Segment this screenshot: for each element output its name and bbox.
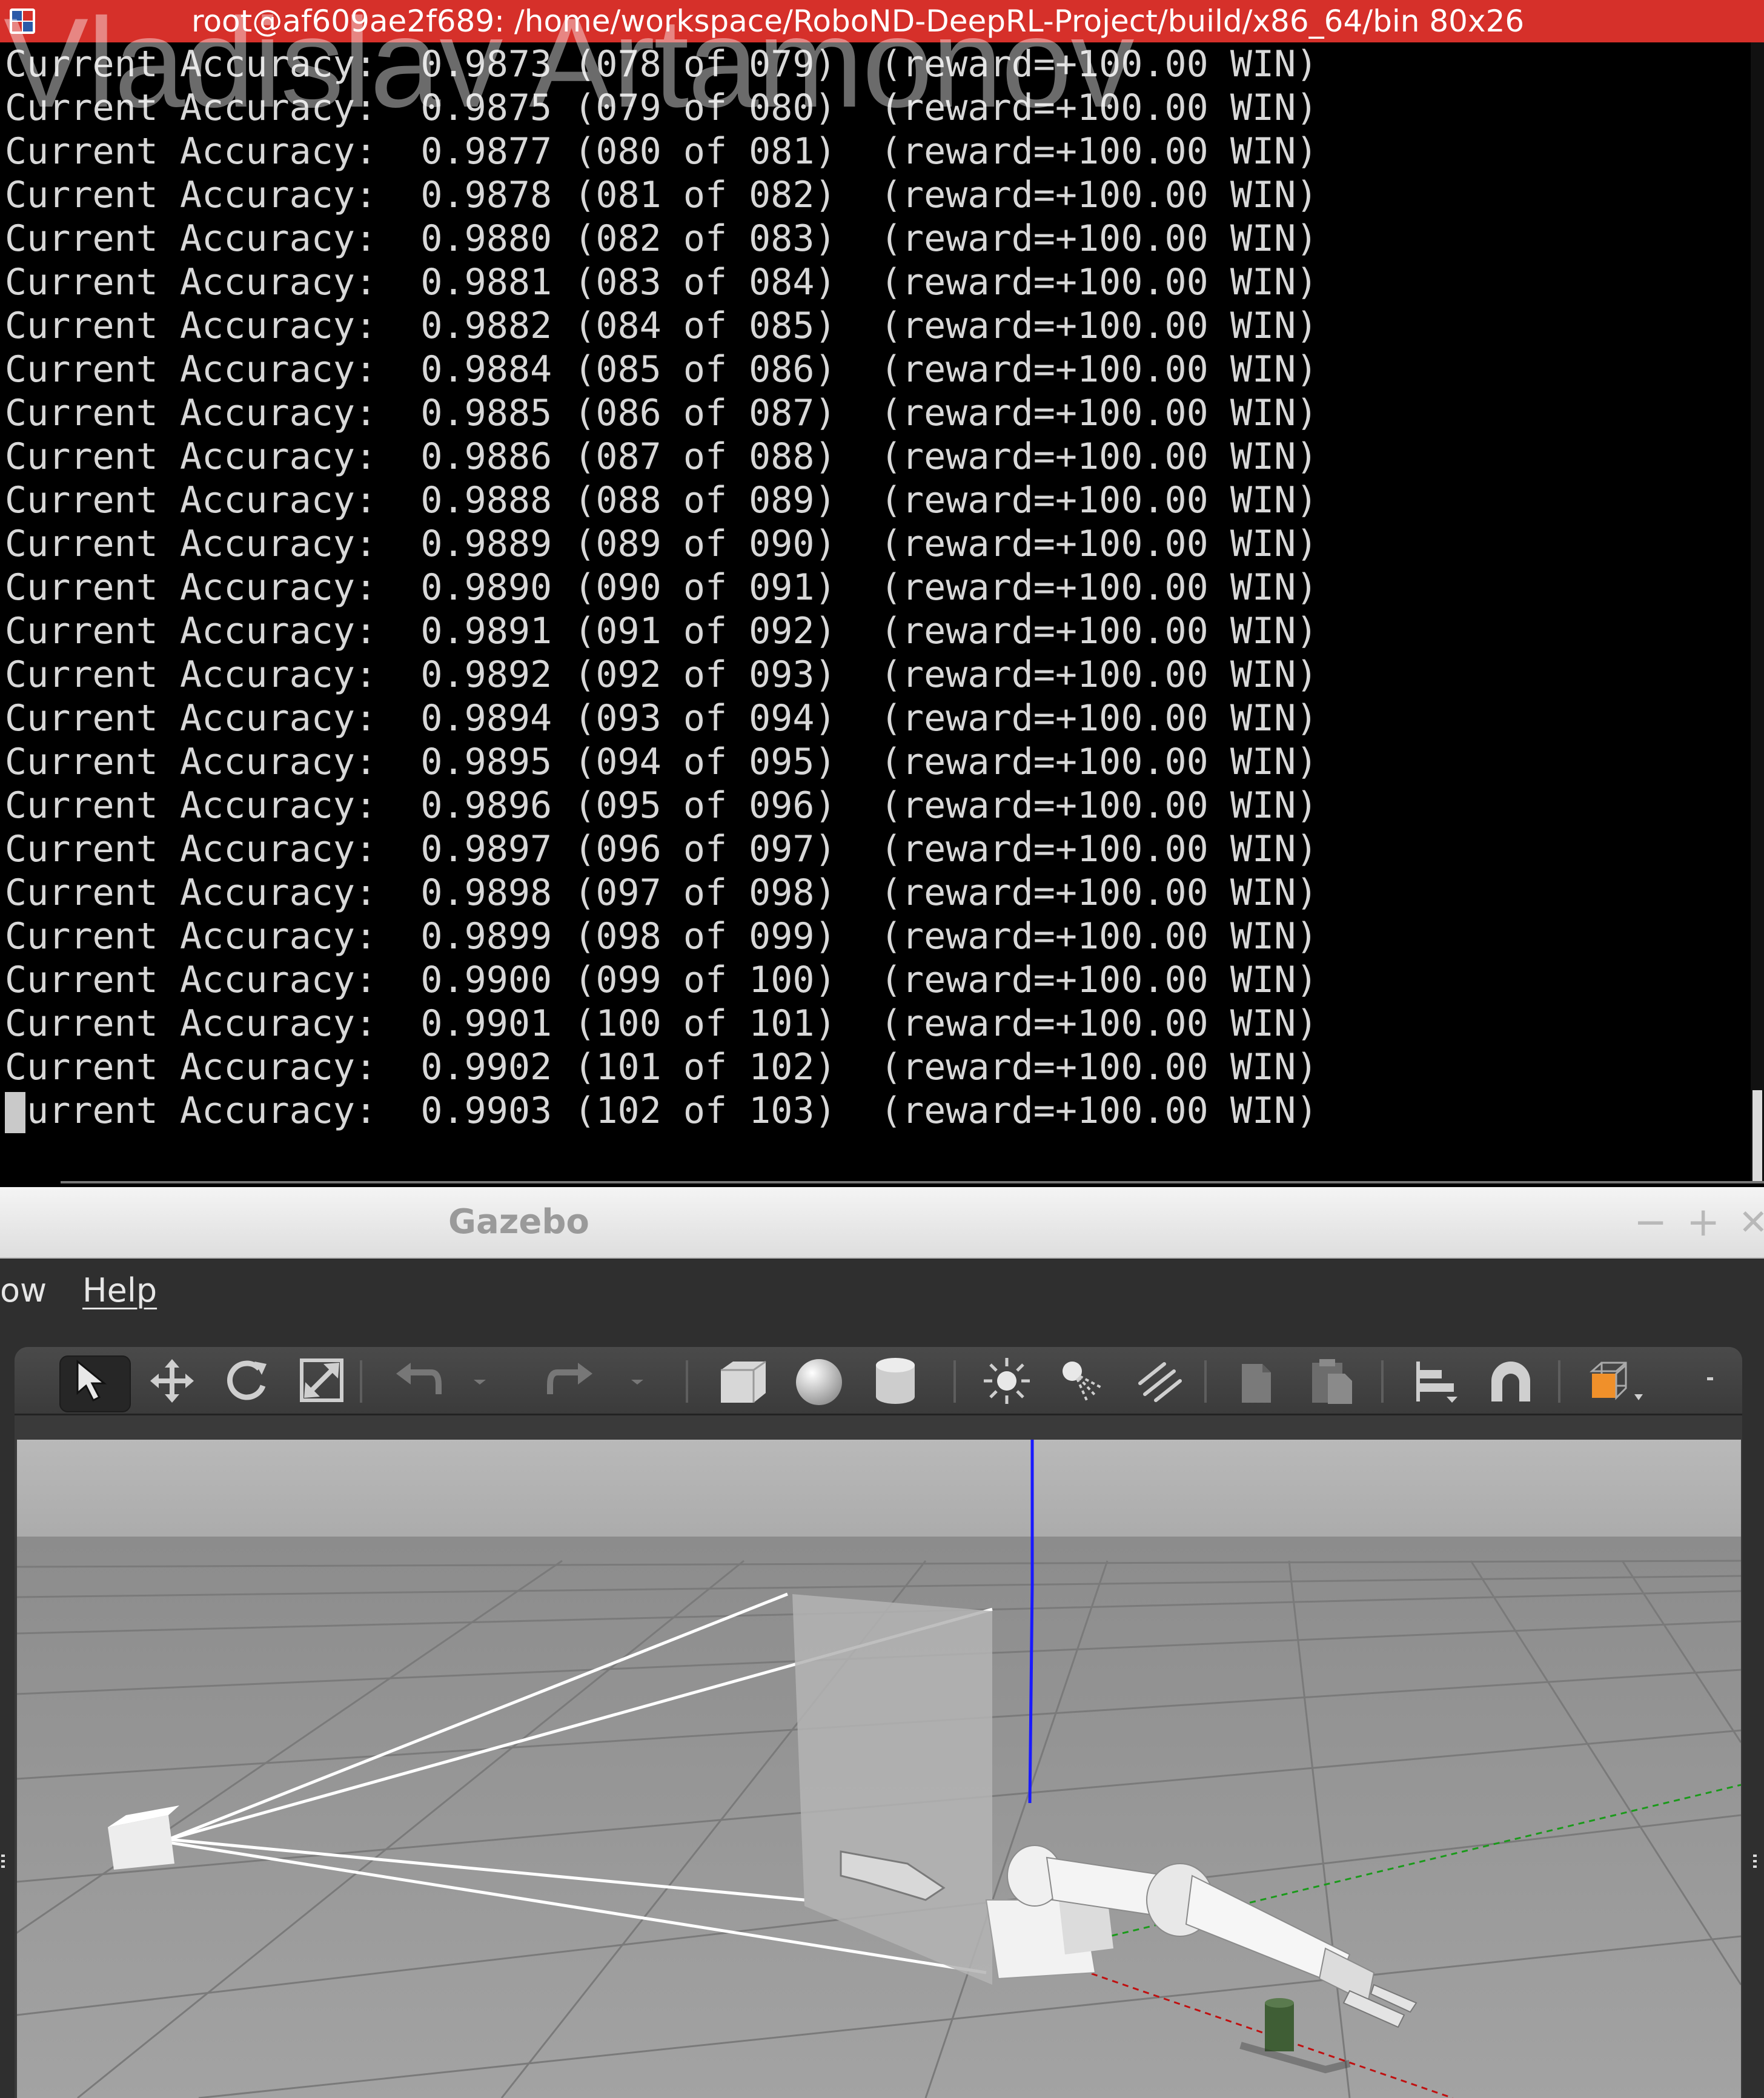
toolbar-more-button[interactable] [1693,1347,1729,1414]
undo-history-button[interactable] [463,1347,493,1414]
gazebo-title: Gazebo [448,1202,589,1242]
terminal-line: Current Accuracy: 0.9888 (088 of 089) (r… [5,479,1318,521]
terminal-line: Current Accuracy: 0.9873 (078 of 079) (r… [5,43,1318,85]
redo-icon [547,1363,592,1394]
terminal-line: Current Accuracy: 0.9902 (101 of 102) (r… [5,1046,1318,1088]
toolbar-separator [686,1360,688,1403]
terminal-line: Current Accuracy: 0.9892 (092 of 093) (r… [5,654,1318,696]
copy-button[interactable] [1227,1347,1290,1414]
toolbar [15,1347,1742,1415]
toolbar-separator [1558,1360,1560,1403]
align-button[interactable] [1402,1347,1465,1414]
spot-light-icon [1063,1362,1103,1401]
cylinder-button[interactable] [863,1347,926,1414]
select-mode-button[interactable] [63,1347,126,1414]
terminal-titlebar[interactable]: root@af609ae2f689: /home/workspace/RoboN… [0,0,1764,42]
terminal-line: Current Accuracy: 0.9882 (084 of 085) (r… [5,305,1318,347]
translate-mode-button[interactable] [141,1347,204,1414]
terminal-line: Current Accuracy: 0.9903 (102 of 103) (r… [5,1090,1318,1132]
terminal-line: Current Accuracy: 0.9896 (095 of 096) (r… [5,784,1318,827]
terminal-line: Current Accuracy: 0.9885 (086 of 087) (r… [5,392,1318,434]
scene-viewport[interactable] [17,1440,1741,2098]
gazebo-titlebar[interactable]: Gazebo − + ✕ [0,1187,1764,1259]
dropdown-icon [631,1380,643,1385]
magnet-icon [1491,1362,1530,1401]
terminal-line: Current Accuracy: 0.9898 (097 of 098) (r… [5,872,1318,914]
terminal-line: Current Accuracy: 0.9891 (091 of 092) (r… [5,610,1318,652]
menu-window[interactable]: ow [0,1259,47,1323]
terminal-title: root@af609ae2f689: /home/workspace/RoboN… [191,4,1525,39]
scale-icon [300,1358,343,1402]
view-cube-icon [1590,1362,1643,1400]
terminal-scroll-thumb[interactable] [1752,1090,1762,1181]
sphere-button[interactable] [786,1347,849,1414]
terminal-line: Current Accuracy: 0.9878 (081 of 082) (r… [5,174,1318,216]
more-icon [1707,1377,1713,1380]
terminal-app-icon [10,8,35,34]
terminal-line: Current Accuracy: 0.9881 (083 of 084) (r… [5,261,1318,303]
maximize-button[interactable]: + [1686,1198,1720,1246]
terminal-scrollbar[interactable] [1751,42,1764,1181]
sphere-icon [796,1359,842,1405]
toolbar-separator [360,1360,362,1403]
align-icon [1416,1362,1457,1403]
terminal-line: Current Accuracy: 0.9899 (098 of 099) (r… [5,915,1318,958]
directional-light-icon [1138,1362,1182,1402]
toolbar-separator [1204,1360,1207,1403]
cylinder-icon [876,1358,915,1404]
right-panel-handle-icon[interactable] [1752,1853,1758,1869]
paste-button[interactable] [1300,1347,1363,1414]
menu-help[interactable]: Help [82,1259,157,1323]
terminal-cursor [5,1092,25,1133]
point-light-icon [984,1358,1030,1404]
terminal-line: Current Accuracy: 0.9884 (085 of 086) (r… [5,348,1318,391]
spot-light-button[interactable] [1050,1347,1113,1414]
toolbar-separator [953,1360,956,1403]
undo-icon [396,1363,442,1394]
dropdown-icon [474,1380,486,1385]
box-icon [721,1360,766,1403]
terminal-line: Current Accuracy: 0.9890 (090 of 091) (r… [5,566,1318,609]
copy-icon [1242,1364,1271,1403]
point-light-button[interactable] [974,1347,1037,1414]
undo-button[interactable] [385,1347,448,1414]
terminal-line: Current Accuracy: 0.9901 (100 of 101) (r… [5,1002,1318,1045]
terminal-line: Current Accuracy: 0.9877 (080 of 081) (r… [5,130,1318,173]
terminal-line: Current Accuracy: 0.9886 (087 of 088) (r… [5,435,1318,478]
minimize-button[interactable]: − [1634,1198,1667,1246]
directional-light-button[interactable] [1126,1347,1189,1414]
left-panel-handle-icon[interactable] [0,1853,6,1869]
terminal-line: Current Accuracy: 0.9889 (089 of 090) (r… [5,523,1318,565]
menu-bar: ow Help [0,1259,1764,1323]
arrow-pointer-icon [76,1359,107,1402]
rotate-icon [227,1360,267,1400]
terminal-bottom-border [61,1181,1764,1183]
toolbar-separator [1381,1360,1384,1403]
terminal-line: Current Accuracy: 0.9900 (099 of 100) (r… [5,959,1318,1001]
box-button[interactable] [709,1347,772,1414]
terminal-window[interactable]: root@af609ae2f689: /home/workspace/RoboN… [0,0,1764,1187]
robot-base [985,1897,1113,1980]
redo-history-button[interactable] [620,1347,651,1414]
terminal-output[interactable]: Current Accuracy: 0.9873 (078 of 079) (r… [0,42,1751,1187]
rotate-mode-button[interactable] [216,1347,279,1414]
close-button[interactable]: ✕ [1739,1198,1764,1246]
move-arrows-icon [150,1359,194,1403]
scale-mode-button[interactable] [291,1347,354,1414]
snap-button[interactable] [1478,1347,1541,1414]
scene-render [17,1440,1741,2098]
view-angle-button[interactable] [1577,1347,1656,1414]
terminal-line: Current Accuracy: 0.9897 (096 of 097) (r… [5,828,1318,870]
terminal-line: Current Accuracy: 0.9880 (082 of 083) (r… [5,217,1318,260]
redo-button[interactable] [540,1347,603,1414]
paste-icon [1312,1359,1352,1404]
terminal-line: Current Accuracy: 0.9895 (094 of 095) (r… [5,741,1318,783]
terminal-line: Current Accuracy: 0.9875 (079 of 080) (r… [5,87,1318,129]
terminal-line: Current Accuracy: 0.9894 (093 of 094) (r… [5,697,1318,740]
